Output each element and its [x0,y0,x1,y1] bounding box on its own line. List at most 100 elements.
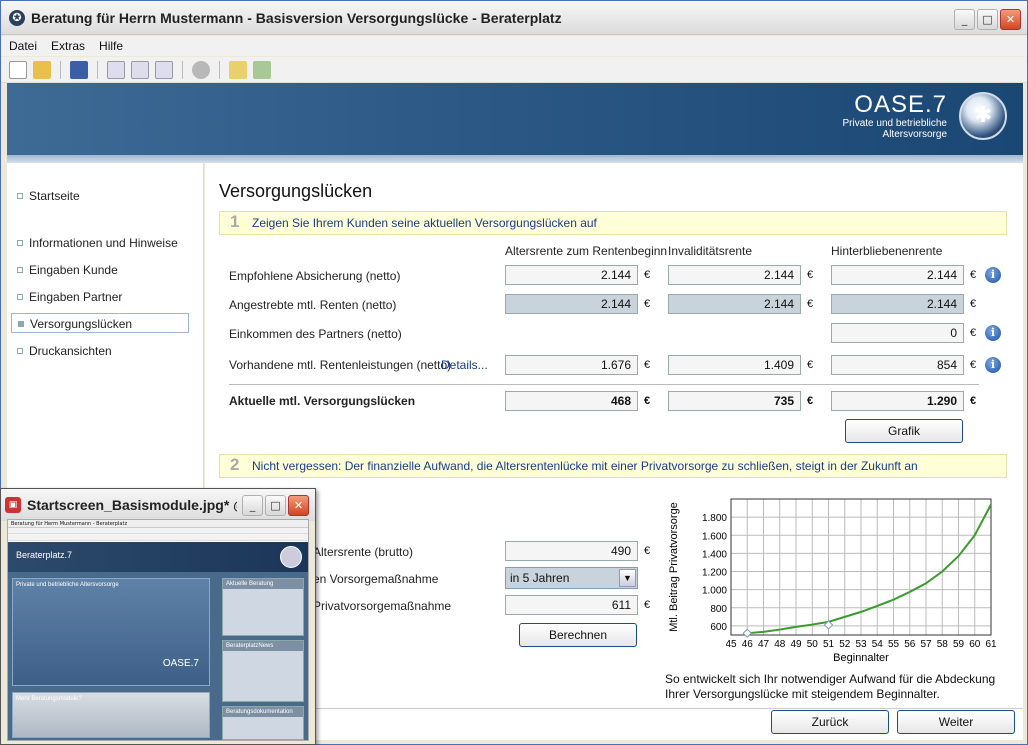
overlay-title: Startscreen_Basismodule.jpg* @... [27,497,237,513]
chevron-down-icon[interactable]: ▼ [619,569,636,587]
field-total-alters: 468 [505,391,638,411]
field-vorhanden-invaliditaet[interactable]: 1.409 [668,355,801,375]
row-label-empfohlen: Empfohlene Absicherung (netto) [229,269,401,283]
x-tick-label: 56 [904,639,916,650]
mini-badge-icon [280,546,302,568]
x-tick-label: 55 [888,639,900,650]
x-tick-label: 54 [872,639,884,650]
print-preview-icon[interactable] [131,60,149,79]
menu-hilfe[interactable]: Hilfe [99,39,123,53]
overlay-minimize-button[interactable]: _ [242,495,263,516]
currency-label: € [970,359,977,371]
grafik-button[interactable]: Grafik [845,419,963,443]
x-tick-label: 47 [758,639,770,650]
close-button[interactable]: ✕ [1000,9,1021,30]
overlay-maximize-button[interactable]: □ [265,495,286,516]
currency-label: € [644,545,651,557]
sidebar-item-druckansichten[interactable]: Druckansichten [11,341,189,361]
row-label-einkommen-partner: Einkommen des Partners (netto) [229,327,402,341]
field-angestrebt-hinterbliebene[interactable]: 2.144 [831,294,964,314]
field-privatvorsorge: 611 [505,595,638,615]
currency-label: € [970,395,977,407]
toolbar [1,57,1027,83]
bullet-icon [17,294,23,300]
x-tick-label: 53 [855,639,867,650]
bullet-icon [17,193,23,199]
mini-panel-2: Mehr Beratungsmodule? [12,692,210,738]
x-tick-label: 52 [839,639,851,650]
step2-banner: 2 Nicht vergessen: Der finanzielle Aufwa… [219,454,1007,478]
menu-extras[interactable]: Extras [51,39,85,53]
currency-label: € [807,359,814,371]
field-empfohlen-invaliditaet[interactable]: 2.144 [668,265,801,285]
mini-side-1: Aktuelle Beratung [222,578,304,636]
image-viewer-icon: ▣ [5,497,21,513]
menu-datei[interactable]: Datei [9,39,37,53]
sidebar-item-versorgungsluecken[interactable]: Versorgungslücken [11,313,189,333]
x-axis-label: Beginnalter [833,652,889,664]
clipboard-icon[interactable] [229,60,247,79]
copy-icon[interactable] [155,60,173,79]
brand-logo-text: OASE.7 [854,91,947,118]
x-tick-label: 60 [969,639,981,650]
x-tick-label: 58 [937,639,949,650]
field-total-invaliditaet: 735 [668,391,801,411]
currency-label: € [644,269,651,281]
y-tick-label: 600 [710,622,727,633]
overlay-close-button[interactable]: ✕ [288,495,309,516]
x-tick-label: 45 [725,639,737,650]
menu-bar: Datei Extras Hilfe [1,36,1027,56]
y-tick-label: 800 [710,604,727,615]
minimize-button[interactable]: _ [954,9,975,30]
beginn-select[interactable]: in 5 Jahren ▼ [505,567,638,589]
field-einkommen-partner[interactable]: 0 [831,323,964,343]
sidebar-item-eingaben-kunde[interactable]: Eingaben Kunde [11,260,189,280]
x-tick-label: 46 [742,639,754,650]
bullet-icon [17,348,23,354]
field-vorhanden-alters[interactable]: 1.676 [505,355,638,375]
info-icon[interactable]: i [985,325,1001,341]
new-document-icon[interactable] [9,60,27,79]
mini-brand: Beraterplatz.7 [16,550,73,560]
berechnen-button[interactable]: Berechnen [519,623,637,647]
brand-subtitle: Private und betriebliche Altersvorsorge [842,118,947,140]
info-icon[interactable]: i [985,357,1001,373]
app-icon: ✪ [9,9,25,26]
bullet-icon [18,321,24,327]
currency-label: € [970,269,977,281]
maximize-button[interactable]: □ [977,9,998,30]
info-icon[interactable]: i [985,267,1001,283]
field-empfohlen-hinterbliebene[interactable]: 2.144 [831,265,964,285]
column-header-altersrente: Altersrente zum Rentenbeginn [505,244,668,258]
banner-stripe [7,155,1023,163]
image-viewer-window[interactable]: ▣ Startscreen_Basismodule.jpg* @... _ □ … [0,488,316,745]
currency-label: € [807,298,814,310]
step1-banner: 1 Zeigen Sie Ihrem Kunden seine aktuelle… [219,211,1007,235]
details-link[interactable]: Details... [441,358,488,372]
overlay-title-bar[interactable]: ▣ Startscreen_Basismodule.jpg* @... _ □ … [1,489,315,521]
x-tick-label: 49 [790,639,802,650]
currency-label: € [970,298,977,310]
field-empfohlen-alters[interactable]: 2.144 [505,265,638,285]
next-button[interactable]: Weiter [897,710,1015,734]
sidebar-item-eingaben-partner[interactable]: Eingaben Partner [11,287,189,307]
open-folder-icon[interactable] [33,60,51,79]
field-vorhanden-hinterbliebene[interactable]: 854 [831,355,964,375]
field-angestrebt-invaliditaet[interactable]: 2.144 [668,294,801,314]
sidebar-item-informationen[interactable]: Informationen und Hinweise [11,233,189,253]
window-title: Beratung für Herrn Mustermann - Basisver… [31,9,562,26]
column-header-hinterbliebene: Hinterbliebenenrente [831,244,943,258]
field-angestrebt-alters[interactable]: 2.144 [505,294,638,314]
save-icon[interactable] [70,60,88,79]
title-bar[interactable]: ✪ Beratung für Herrn Mustermann - Basisv… [1,1,1027,35]
print-icon[interactable] [107,60,125,79]
users-icon[interactable] [192,60,210,79]
y-axis-label: Mtl. Beitrag Privatvorsorge [668,502,680,632]
palm-logo-icon: ✱ [959,92,1007,140]
y-tick-label: 1.000 [702,586,727,597]
sidebar-item-startseite[interactable]: Startseite [11,186,189,206]
bullet-icon [17,240,23,246]
back-button[interactable]: Zurück [771,710,889,734]
calculator-icon[interactable] [253,60,271,79]
mini-banner: Beraterplatz.7 [8,542,308,572]
